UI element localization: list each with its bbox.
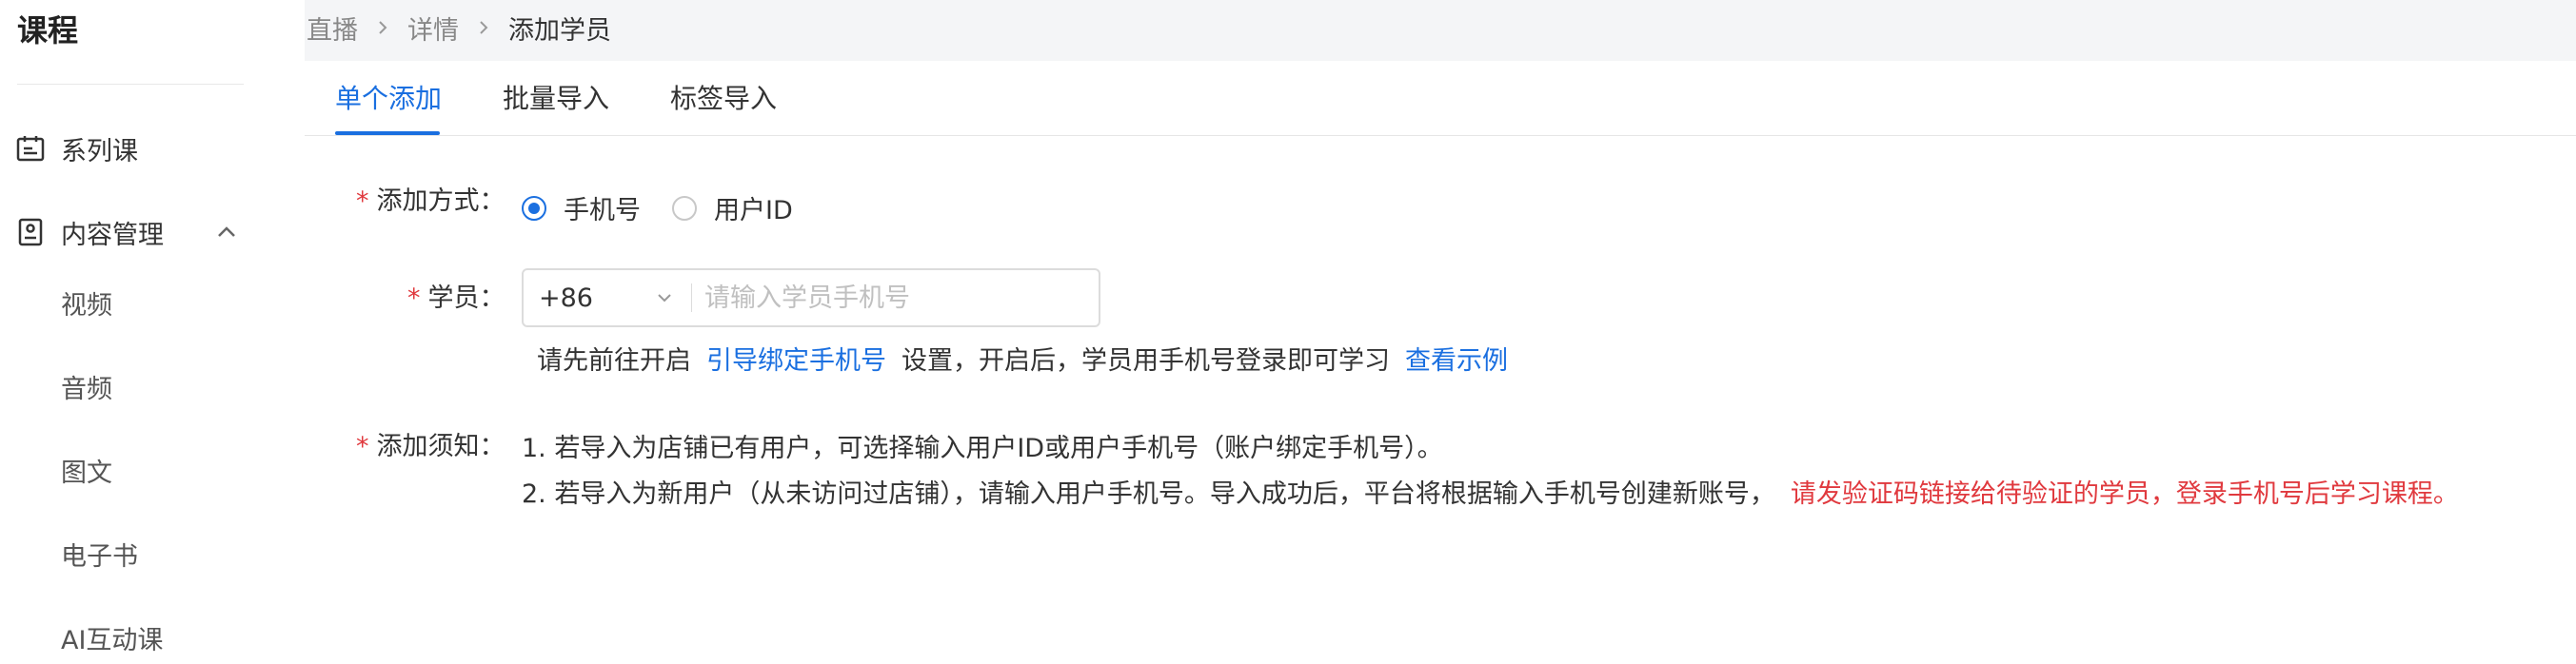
notice-label: * 添加须知： (356, 432, 505, 461)
sidebar-subitem-ebook[interactable]: 电子书 (61, 537, 138, 578)
sidebar-title: 课程 (17, 12, 79, 49)
sidebar-item-label: 系列课 (61, 136, 138, 166)
radio-user-id[interactable]: 用户ID (672, 189, 793, 226)
bind-phone-guide-link[interactable]: 引导绑定手机号 (706, 346, 886, 376)
chevron-up-icon[interactable] (213, 219, 240, 245)
main-panel: 单个添加 批量导入 标签导入 * 添加方式： 手机号 用户ID * 学员： +86 … (305, 61, 2576, 664)
tab-single-add[interactable]: 单个添加 (335, 80, 442, 118)
notice-line-2: 2. 若导入为新用户（从未访问过店铺），请输入用户手机号。导入成功后，平台将根据… (522, 479, 2459, 509)
calendar-icon (15, 133, 46, 164)
content-icon (15, 217, 46, 247)
tab-tag-import[interactable]: 标签导入 (670, 80, 777, 118)
tab-bar: 单个添加 批量导入 标签导入 (305, 61, 2576, 136)
chevron-right-icon (472, 16, 495, 39)
radio-selected-icon (522, 195, 546, 221)
tab-indicator (335, 131, 440, 135)
sidebar-subitem-ai-course[interactable]: AI互动课 (61, 620, 163, 662)
bind-phone-hint: 请先前往开启 引导绑定手机号 设置，开启后，学员用手机号登录即可学习 查看示例 (537, 346, 1508, 376)
sidebar-subitem-article[interactable]: 图文 (61, 453, 112, 495)
sidebar-item-series[interactable]: 系列课 (0, 120, 305, 177)
tab-batch-import[interactable]: 批量导入 (503, 80, 609, 118)
chevron-right-icon (371, 16, 394, 39)
notice-warning: 请发验证码链接给待验证的学员，登录手机号后学习课程。 (1790, 479, 2459, 509)
country-code-select[interactable]: +86 (524, 270, 691, 325)
sidebar-subitem-video[interactable]: 视频 (61, 285, 112, 327)
breadcrumb-add-student: 添加学员 (508, 15, 611, 46)
sidebar-divider (17, 84, 244, 85)
radio-unselected-icon (672, 195, 697, 221)
radio-phone[interactable]: 手机号 (522, 189, 641, 226)
sidebar-item-label: 内容管理 (61, 220, 164, 250)
breadcrumb: 直播 详情 添加学员 (305, 0, 611, 55)
breadcrumb-live[interactable]: 直播 (307, 10, 358, 47)
sidebar: 课程 系列课 内容管理 视频 音频 图文 电子书 AI互动课 (0, 0, 305, 664)
input-divider (691, 283, 692, 312)
chevron-down-icon (653, 286, 676, 309)
breadcrumb-detail[interactable]: 详情 (407, 10, 459, 47)
sidebar-subitem-audio[interactable]: 音频 (61, 369, 112, 411)
notice-line-1: 1. 若导入为店铺已有用户，可选择输入用户ID或用户手机号（账户绑定手机号）。 (522, 434, 1443, 463)
method-label: * 添加方式： (356, 186, 505, 216)
view-example-link[interactable]: 查看示例 (1405, 346, 1508, 376)
phone-input-group: +86 (522, 268, 1100, 327)
sidebar-item-content-management[interactable]: 内容管理 (0, 204, 305, 261)
phone-input[interactable] (704, 276, 1085, 320)
student-label: * 学员： (407, 283, 505, 313)
